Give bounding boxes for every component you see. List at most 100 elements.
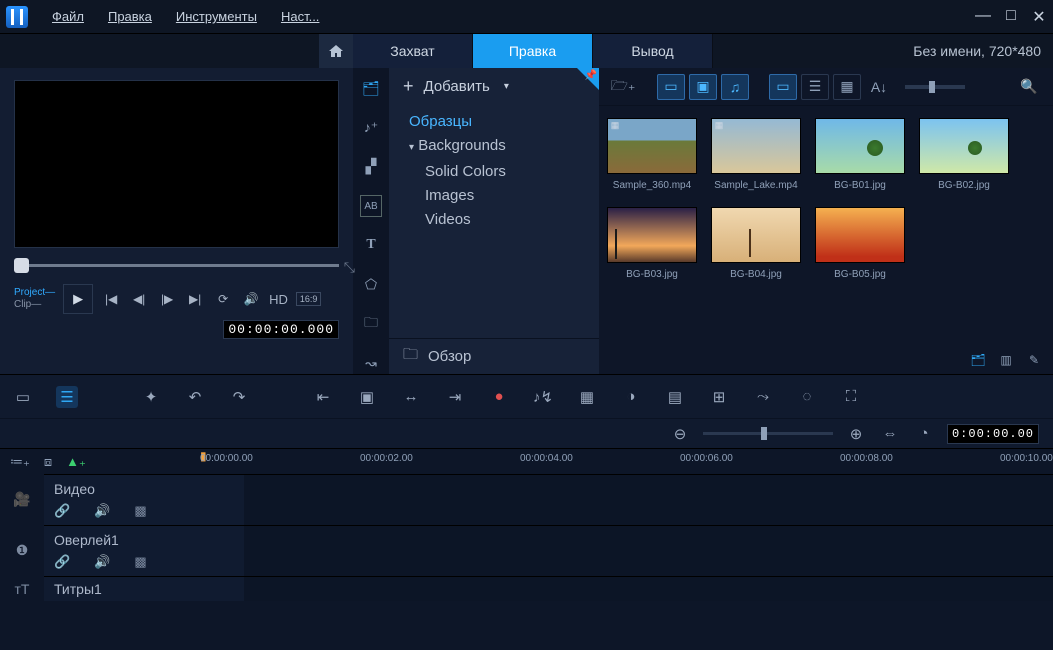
tools-icon[interactable]: ✦: [140, 386, 162, 408]
track-link-icon[interactable]: 🔗: [54, 503, 70, 519]
record-icon[interactable]: ●: [488, 386, 510, 408]
clock-icon[interactable]: ◔: [913, 423, 935, 445]
track-options-icon[interactable]: ≔₊: [10, 454, 30, 470]
marker-icon[interactable]: ▲₊: [66, 454, 86, 470]
menu-tools[interactable]: Инструменты: [164, 9, 269, 24]
go-end-button[interactable]: ▶|: [185, 289, 205, 309]
multicam-icon[interactable]: ▦: [576, 386, 598, 408]
thumb-Sample_Lake.mp4[interactable]: ▦Sample_Lake.mp4: [711, 118, 801, 191]
foot-edit-icon[interactable]: ✎: [1023, 350, 1045, 370]
import-folder-icon[interactable]: 🗁₊: [609, 74, 637, 100]
menu-edit[interactable]: Правка: [96, 9, 164, 24]
split-icon[interactable]: ↔: [400, 386, 422, 408]
thumbnail-size-slider[interactable]: [905, 85, 965, 89]
tree-solid-colors[interactable]: Solid Colors: [409, 160, 599, 184]
preview-scrubber[interactable]: ⤡: [14, 258, 339, 274]
view-list-icon[interactable]: ☰: [801, 74, 829, 100]
zoom-in-icon[interactable]: ⊕: [845, 423, 867, 445]
motion-icon[interactable]: ⤳: [752, 386, 774, 408]
mode-project[interactable]: Project—: [14, 287, 55, 299]
thumb-BG-B05.jpg[interactable]: BG-B05.jpg: [815, 207, 905, 280]
grid-tool-icon[interactable]: ⊞: [708, 386, 730, 408]
undo-icon[interactable]: ↶: [184, 386, 206, 408]
filter-image-icon[interactable]: ▣: [689, 74, 717, 100]
window-close[interactable]: ✕: [1031, 7, 1047, 27]
timeline-timecode[interactable]: 0:00:00.00: [947, 424, 1039, 444]
window-maximize[interactable]: □: [1003, 7, 1019, 27]
rail-transitions-icon[interactable]: ▞: [360, 156, 382, 177]
track-link-icon[interactable]: 🔗: [54, 554, 70, 570]
timeline-ruler[interactable]: ▮ 00:00:00.0000:00:02.0000:00:04.0000:00…: [200, 449, 1053, 474]
track-mute-icon[interactable]: 🔊: [94, 503, 110, 519]
zoom-slider[interactable]: [703, 432, 833, 435]
hd-toggle[interactable]: HD: [269, 292, 288, 307]
pin-icon[interactable]: 📌: [585, 70, 597, 81]
fit-icon[interactable]: ⇔: [879, 423, 901, 445]
track-title-icon[interactable]: ᴛT: [0, 576, 44, 601]
overview-button[interactable]: 🗀 Обзор: [389, 338, 599, 374]
crop-tool-icon[interactable]: ⛶: [840, 386, 862, 408]
mark-in-icon[interactable]: ⇤: [312, 386, 334, 408]
foot-panel1-icon[interactable]: 🗂: [967, 350, 989, 370]
mask-icon[interactable]: ◑: [620, 386, 642, 408]
subtitle-icon[interactable]: ▤: [664, 386, 686, 408]
thumb-BG-B04.jpg[interactable]: BG-B04.jpg: [711, 207, 801, 280]
volume-button[interactable]: 🔊: [241, 289, 261, 309]
search-icon[interactable]: 🔍: [1015, 74, 1043, 100]
play-button[interactable]: ▶: [63, 284, 93, 314]
thumb-BG-B02.jpg[interactable]: BG-B02.jpg: [919, 118, 1009, 191]
tree-videos[interactable]: Videos: [409, 208, 599, 232]
go-start-button[interactable]: |◀: [101, 289, 121, 309]
preview-canvas[interactable]: [14, 80, 339, 248]
rail-audio-icon[interactable]: ♪⁺: [360, 117, 382, 138]
thumb-BG-B03.jpg[interactable]: BG-B03.jpg: [607, 207, 697, 280]
track-fx-icon[interactable]: ▩: [134, 554, 146, 570]
mode-clip[interactable]: Clip—: [14, 299, 55, 311]
rail-path-icon[interactable]: ↝: [360, 353, 382, 374]
thumb-BG-B01.jpg[interactable]: BG-B01.jpg: [815, 118, 905, 191]
zoom-out-icon[interactable]: ⊖: [669, 423, 691, 445]
filter-video-icon[interactable]: ▭: [657, 74, 685, 100]
rail-titles-icon[interactable]: АВ: [360, 195, 382, 216]
tree-samples[interactable]: Образцы: [409, 110, 599, 134]
tree-backgrounds[interactable]: ▾ Backgrounds: [409, 134, 599, 160]
track-fx-icon[interactable]: ▩: [134, 503, 146, 519]
track-title[interactable]: Титры1: [44, 576, 1053, 601]
tab-capture[interactable]: Захват: [353, 34, 473, 68]
tree-images[interactable]: Images: [409, 184, 599, 208]
menu-file[interactable]: Файл: [40, 9, 96, 24]
thumb-Sample_360.mp4[interactable]: ▦Sample_360.mp4: [607, 118, 697, 191]
tab-edit[interactable]: Правка: [473, 34, 593, 68]
track-video-icon[interactable]: 🎥: [0, 474, 44, 525]
tracking-icon[interactable]: ◌: [796, 386, 818, 408]
resize-icon[interactable]: ⤡: [344, 259, 355, 276]
loop-button[interactable]: ⟳: [213, 289, 233, 309]
redo-icon[interactable]: ↷: [228, 386, 250, 408]
view-grid-icon[interactable]: ▦: [833, 74, 861, 100]
window-minimize[interactable]: —: [975, 7, 991, 27]
rail-media-icon[interactable]: 🗂: [360, 78, 382, 99]
tab-output[interactable]: Вывод: [593, 34, 713, 68]
aspect-button[interactable]: 16:9: [296, 292, 322, 306]
timeline-view-icon[interactable]: ☰: [56, 386, 78, 408]
bounds-icon[interactable]: ▣: [356, 386, 378, 408]
track-overlay[interactable]: Оверлей1 🔗 🔊 ▩: [44, 525, 1053, 576]
rail-text-icon[interactable]: T: [360, 235, 382, 256]
track-mute-icon[interactable]: 🔊: [94, 554, 110, 570]
track-overlay-icon[interactable]: ❶: [0, 525, 44, 576]
mark-out-icon[interactable]: ⇥: [444, 386, 466, 408]
view-thumb-icon[interactable]: ▭: [769, 74, 797, 100]
rail-graphics-icon[interactable]: ⬠: [360, 274, 382, 295]
foot-panel2-icon[interactable]: ▥: [995, 350, 1017, 370]
menu-settings[interactable]: Наст...: [269, 9, 331, 24]
audio-ducking-icon[interactable]: ♪↯: [532, 386, 554, 408]
step-fwd-button[interactable]: |▶: [157, 289, 177, 309]
filter-audio-icon[interactable]: ♫: [721, 74, 749, 100]
snap-icon[interactable]: ⧈: [44, 454, 52, 470]
storyboard-view-icon[interactable]: ▭: [12, 386, 34, 408]
track-video[interactable]: Видео 🔗 🔊 ▩: [44, 474, 1053, 525]
preview-timecode[interactable]: 00:00:00.000: [223, 320, 339, 339]
step-back-button[interactable]: ◀|: [129, 289, 149, 309]
add-media-button[interactable]: + Добавить ▾: [389, 68, 599, 104]
rail-filters-icon[interactable]: 🗀: [360, 313, 382, 335]
